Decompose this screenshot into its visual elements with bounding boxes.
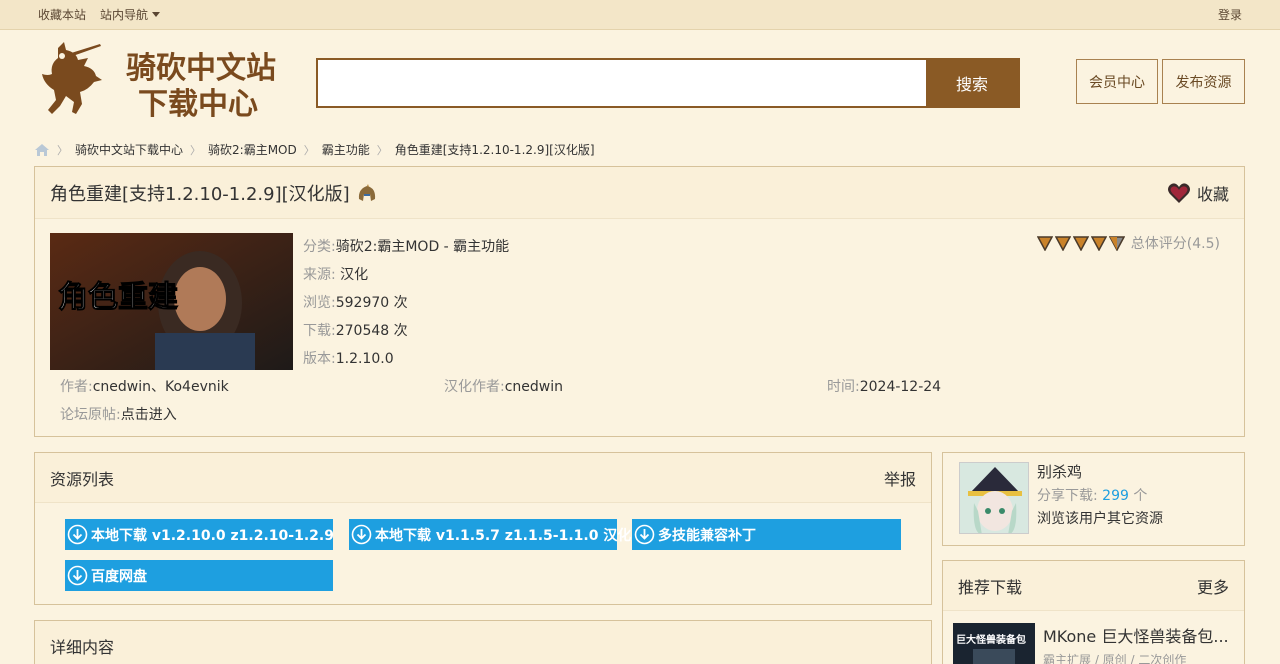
- item-info-panel: 角色重建[支持1.2.10-1.2.9][汉化版] 收藏 角色重建 分类:骑砍2…: [34, 166, 1245, 437]
- item-thumbnail[interactable]: 角色重建: [50, 233, 293, 370]
- download-button[interactable]: 本地下载 v1.2.10.0 z1.2.10-1.2.9: [65, 519, 334, 550]
- bookmark-link[interactable]: 收藏本站: [38, 6, 86, 23]
- detail-title: 详细内容: [50, 637, 115, 657]
- uploader-shares: 分享下载: 299 个: [1037, 488, 1148, 504]
- download-icon: [67, 524, 88, 545]
- site-nav-dropdown[interactable]: 站内导航: [100, 6, 161, 23]
- favorite-button[interactable]: 收藏: [1167, 181, 1229, 205]
- rating[interactable]: 总体评分(4.5): [1036, 233, 1220, 253]
- report-link[interactable]: 举报: [884, 466, 916, 490]
- heart-icon: [1167, 182, 1190, 203]
- search-button[interactable]: 搜索: [926, 60, 1018, 106]
- item-meta: 分类:骑砍2:霸主MOD - 霸主功能 来源: 汉化 浏览:592970 次 下…: [303, 239, 510, 367]
- translator-value: cnedwin: [504, 379, 564, 395]
- recommend-panel: 推荐下载 更多 巨大怪兽装备包 MKone 巨大怪兽装备包... 霸主扩展 / …: [942, 560, 1245, 664]
- horse-rider-logo-icon: 骑砍中文站 下载中心: [42, 42, 276, 122]
- uploader-card: 别杀鸡 分享下载: 299 个 浏览该用户其它资源: [942, 452, 1245, 546]
- recommend-header: 推荐下载 更多: [943, 561, 1244, 611]
- site-logo[interactable]: 骑砍中文站 下载中心: [38, 40, 294, 122]
- site-nav-label: 站内导航: [100, 8, 149, 22]
- detail-panel: 详细内容: [34, 620, 932, 664]
- rating-full-icon: [1036, 236, 1053, 251]
- chevron-right-icon: 〉: [190, 143, 202, 157]
- shares-count: 299: [1102, 488, 1129, 504]
- detail-header: 详细内容: [35, 621, 931, 664]
- login-link[interactable]: 登录: [1218, 6, 1242, 23]
- rating-full-icon: [1072, 236, 1089, 251]
- rating-full-icon: [1054, 236, 1071, 251]
- member-center-button[interactable]: 会员中心: [1076, 59, 1158, 104]
- breadcrumb-item-category[interactable]: 骑砍2:霸主MOD: [208, 141, 297, 158]
- chevron-right-icon: 〉: [57, 143, 68, 157]
- download-icon: [67, 565, 88, 586]
- rating-half-icon: [1108, 236, 1125, 251]
- resource-list-title: 资源列表: [50, 469, 115, 489]
- download-icon: [351, 524, 372, 545]
- breadcrumb-item-current[interactable]: 角色重建[支持1.2.10-1.2.9][汉化版]: [395, 141, 595, 158]
- download-button[interactable]: 多技能兼容补丁: [632, 519, 901, 550]
- forum-row: 论坛原帖:点击进入: [60, 407, 177, 423]
- recommend-thumbnail[interactable]: 巨大怪兽装备包: [953, 623, 1035, 664]
- recommend-title: 推荐下载: [958, 577, 1023, 597]
- item-header: 角色重建[支持1.2.10-1.2.9][汉化版] 收藏: [35, 167, 1244, 219]
- page-title: 角色重建[支持1.2.10-1.2.9][汉化版]: [50, 183, 350, 205]
- download-button[interactable]: 百度网盘: [65, 560, 333, 591]
- author-value: cnedwin、Ko4evnik: [92, 379, 229, 395]
- header: 骑砍中文站 下载中心 搜索 会员中心 发布资源: [0, 30, 1280, 130]
- breadcrumb-item-home[interactable]: 骑砍中文站下载中心: [75, 141, 183, 158]
- chevron-right-icon: 〉: [376, 143, 388, 157]
- svg-text:巨大怪兽装备包: 巨大怪兽装备包: [956, 633, 1026, 646]
- rating-full-icon: [1090, 236, 1107, 251]
- favorite-label: 收藏: [1196, 184, 1229, 204]
- chevron-right-icon: 〉: [303, 143, 315, 157]
- recommend-item-tags: 霸主扩展 / 原创 / 二次创作: [1043, 653, 1187, 664]
- resource-list-panel: 资源列表 举报 本地下载 v1.2.10.0 z1.2.10-1.2.9 本地下…: [34, 452, 932, 605]
- search-input[interactable]: [318, 60, 926, 106]
- recommend-more-link[interactable]: 更多: [1197, 574, 1229, 598]
- search-box: 搜索: [316, 58, 1020, 108]
- publish-resource-button[interactable]: 发布资源: [1162, 59, 1245, 104]
- svg-text:下载中心: 下载中心: [138, 87, 258, 122]
- svg-text:骑砍中文站: 骑砍中文站: [126, 51, 276, 86]
- download-icon: [634, 524, 655, 545]
- top-bar: 收藏本站 站内导航 登录: [0, 0, 1280, 30]
- home-icon[interactable]: [34, 143, 50, 157]
- resource-list-header: 资源列表 举报: [35, 453, 931, 503]
- rating-text: 总体评分(4.5): [1130, 236, 1220, 252]
- forum-link[interactable]: 点击进入: [121, 407, 177, 423]
- time-value: 2024-12-24: [859, 379, 942, 395]
- breadcrumb-item-subcategory[interactable]: 霸主功能: [322, 141, 370, 158]
- download-button[interactable]: 本地下载 v1.1.5.7 z1.1.5-1.1.0 汉化: [349, 519, 631, 550]
- caret-down-icon: [152, 12, 161, 17]
- helmet-icon: [358, 183, 375, 201]
- recommend-item-title[interactable]: MKone 巨大怪兽装备包...: [1043, 623, 1235, 647]
- breadcrumb: 〉 骑砍中文站下载中心 〉 骑砍2:霸主MOD 〉 霸主功能 〉 角色重建[支持…: [34, 141, 595, 158]
- uploader-name[interactable]: 别杀鸡: [1037, 461, 1082, 482]
- uploader-more-link[interactable]: 浏览该用户其它资源: [1037, 508, 1163, 528]
- svg-text:角色重建: 角色重建: [58, 280, 178, 315]
- avatar[interactable]: [959, 462, 1029, 534]
- category-link[interactable]: 骑砍2:霸主MOD - 霸主功能: [336, 239, 509, 255]
